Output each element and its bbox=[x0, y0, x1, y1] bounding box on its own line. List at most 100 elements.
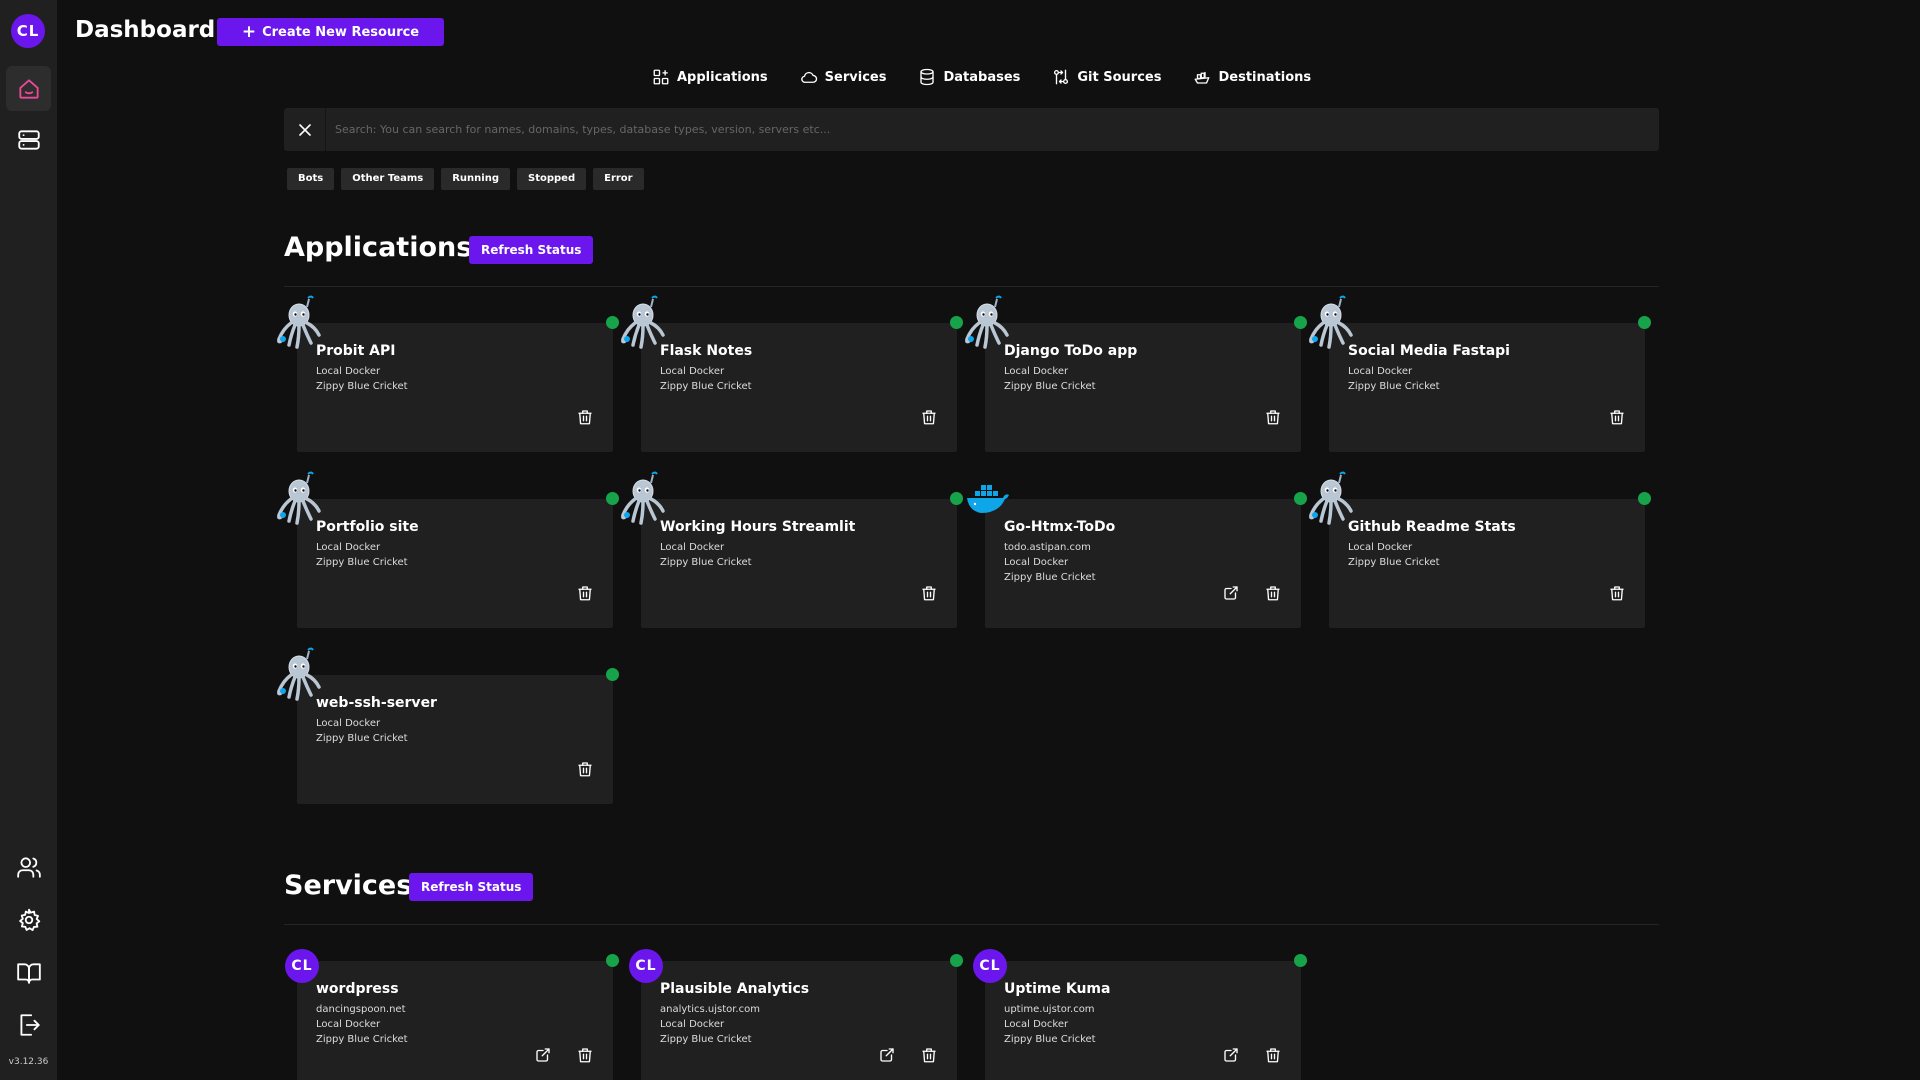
card-detail-line: Zippy Blue Cricket bbox=[1004, 572, 1096, 583]
card-title: web-ssh-server bbox=[316, 695, 437, 711]
trash-icon bbox=[1266, 410, 1280, 425]
card-actions bbox=[1608, 408, 1626, 426]
clear-search-button[interactable] bbox=[284, 108, 326, 151]
filter-chip-stopped[interactable]: Stopped bbox=[517, 168, 587, 190]
python-octopus-icon bbox=[1307, 295, 1355, 349]
nav-databases[interactable]: Databases bbox=[918, 68, 1020, 86]
application-card[interactable]: web-ssh-server Local Docker Zippy Blue Cri… bbox=[277, 647, 619, 804]
create-new-resource-button[interactable]: + Create New Resource bbox=[217, 18, 444, 46]
nav-git-sources[interactable]: Git Sources bbox=[1052, 68, 1161, 86]
delete-button[interactable] bbox=[576, 408, 594, 426]
card-detail-line: Zippy Blue Cricket bbox=[660, 381, 752, 392]
nav-applications[interactable]: Applications bbox=[652, 68, 768, 86]
status-running-dot bbox=[606, 668, 619, 681]
delete-button[interactable] bbox=[576, 760, 594, 778]
plus-icon: + bbox=[241, 21, 257, 42]
service-avatar: CL bbox=[629, 949, 663, 983]
applications-refresh-button[interactable]: Refresh Status bbox=[469, 236, 594, 264]
user-avatar[interactable]: CL bbox=[11, 14, 45, 48]
card-details: Local Docker Zippy Blue Cricket bbox=[316, 540, 408, 570]
ship-icon bbox=[1195, 71, 1210, 84]
card-actions bbox=[576, 408, 594, 426]
delete-button[interactable] bbox=[576, 584, 594, 602]
application-card[interactable]: Portfolio site Local Docker Zippy Blue Cri… bbox=[277, 471, 619, 628]
sidebar-item-servers[interactable] bbox=[6, 117, 51, 162]
python-octopus-icon bbox=[963, 295, 1011, 349]
page-title: Dashboard bbox=[75, 17, 216, 43]
application-card[interactable]: Github Readme Stats Local Docker Zippy Blu… bbox=[1309, 471, 1651, 628]
search-input[interactable] bbox=[326, 108, 1659, 151]
delete-button[interactable] bbox=[920, 408, 938, 426]
card-actions bbox=[1608, 584, 1626, 602]
nav-services[interactable]: Services bbox=[800, 68, 886, 86]
card-detail-line: Local Docker bbox=[1348, 542, 1413, 553]
card-detail-line: Zippy Blue Cricket bbox=[660, 1034, 752, 1045]
card-detail-line: Local Docker bbox=[660, 542, 725, 553]
nav-destinations[interactable]: Destinations bbox=[1193, 68, 1311, 86]
delete-button[interactable] bbox=[920, 584, 938, 602]
nav-git-sources-label: Git Sources bbox=[1077, 69, 1162, 85]
service-card[interactable]: CL Uptime Kuma uptime.ujstor.com Local Dock… bbox=[973, 949, 1307, 1080]
card-detail-line: Local Docker bbox=[1004, 557, 1069, 568]
card-detail-line: Zippy Blue Cricket bbox=[1348, 381, 1440, 392]
open-link-button[interactable] bbox=[1222, 584, 1240, 602]
card-details: Local Docker Zippy Blue Cricket bbox=[316, 364, 408, 394]
delete-button[interactable] bbox=[1608, 584, 1626, 602]
close-icon bbox=[298, 123, 311, 136]
trash-icon bbox=[578, 410, 592, 425]
delete-button[interactable] bbox=[1264, 1046, 1282, 1064]
delete-button[interactable] bbox=[1608, 408, 1626, 426]
card-detail-line: Local Docker bbox=[316, 1019, 381, 1030]
delete-button[interactable] bbox=[1264, 584, 1282, 602]
sidebar-item-docs[interactable] bbox=[6, 950, 51, 995]
card-detail-line: Local Docker bbox=[316, 366, 381, 377]
card-details: dancingspoon.net Local Docker Zippy Blue C… bbox=[316, 1002, 408, 1047]
card-title: wordpress bbox=[316, 981, 399, 997]
python-octopus-icon bbox=[275, 647, 323, 701]
filter-chip-error[interactable]: Error bbox=[593, 168, 644, 190]
sidebar-item-settings[interactable] bbox=[6, 897, 51, 942]
card-detail-line: Zippy Blue Cricket bbox=[316, 1034, 408, 1045]
delete-button[interactable] bbox=[1264, 408, 1282, 426]
card-detail-line: Zippy Blue Cricket bbox=[1348, 557, 1440, 568]
trash-icon bbox=[578, 1048, 592, 1063]
application-card[interactable]: Django ToDo app Local Docker Zippy Blue Cr… bbox=[965, 295, 1307, 452]
sidebar: CL v3.12.36 bbox=[0, 0, 57, 1080]
card-details: analytics.ujstor.com Local Docker Zippy Bl… bbox=[660, 1002, 760, 1047]
card-title: Social Media Fastapi bbox=[1348, 343, 1510, 359]
filter-chip-running[interactable]: Running bbox=[441, 168, 510, 190]
services-heading: Services bbox=[284, 870, 413, 901]
card-details: Local Docker Zippy Blue Cricket bbox=[660, 364, 752, 394]
application-card[interactable]: Social Media Fastapi Local Docker Zippy Bl… bbox=[1309, 295, 1651, 452]
external-link-icon bbox=[1224, 1048, 1238, 1062]
open-link-button[interactable] bbox=[534, 1046, 552, 1064]
delete-button[interactable] bbox=[576, 1046, 594, 1064]
filter-chip-bots[interactable]: Bots bbox=[287, 168, 335, 190]
card-detail-line: Local Docker bbox=[660, 1019, 725, 1030]
card-actions bbox=[1222, 584, 1282, 602]
service-card[interactable]: CL Plausible Analytics analytics.ujstor.co… bbox=[629, 949, 963, 1080]
services-refresh-button[interactable]: Refresh Status bbox=[409, 873, 534, 901]
status-running-dot bbox=[606, 492, 619, 505]
card-title: Django ToDo app bbox=[1004, 343, 1138, 359]
service-card[interactable]: CL wordpress dancingspoon.net Local Docker Z… bbox=[285, 949, 619, 1080]
nav-applications-label: Applications bbox=[677, 69, 768, 85]
search-bar bbox=[284, 108, 1659, 151]
application-card[interactable]: Go-Htmx-ToDo todo.astipan.com Local Docker… bbox=[967, 485, 1307, 628]
sidebar-item-home[interactable] bbox=[6, 66, 51, 111]
delete-button[interactable] bbox=[920, 1046, 938, 1064]
sidebar-item-users[interactable] bbox=[6, 844, 51, 889]
sidebar-item-logout[interactable] bbox=[6, 1002, 51, 1047]
filter-chip-other-teams[interactable]: Other Teams bbox=[341, 168, 435, 190]
open-link-button[interactable] bbox=[878, 1046, 896, 1064]
trash-icon bbox=[922, 410, 936, 425]
python-octopus-icon bbox=[619, 471, 667, 525]
open-link-button[interactable] bbox=[1222, 1046, 1240, 1064]
application-card[interactable]: Working Hours Streamlit Local Docker Zippy… bbox=[621, 471, 963, 628]
application-card[interactable]: Flask Notes Local Docker Zippy Blue Cricke… bbox=[621, 295, 963, 452]
card-actions bbox=[1222, 1046, 1282, 1064]
nav-destinations-label: Destinations bbox=[1218, 69, 1312, 85]
application-card[interactable]: Probit API Local Docker Zippy Blue Cricket bbox=[277, 295, 619, 452]
card-actions bbox=[878, 1046, 938, 1064]
python-octopus-icon bbox=[275, 471, 323, 525]
